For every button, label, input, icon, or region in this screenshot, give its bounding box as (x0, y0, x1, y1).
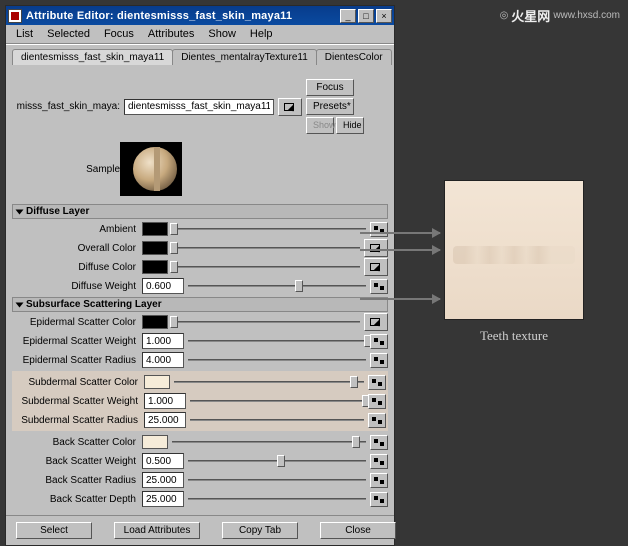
tab-shader[interactable]: dientesmisss_fast_skin_maya11 (12, 49, 173, 65)
window-title: Attribute Editor: dientesmisss_fast_skin… (26, 10, 338, 22)
tab-bar: dientesmisss_fast_skin_maya11 Dientes_me… (6, 45, 394, 65)
subdermal-color[interactable] (144, 375, 170, 389)
node-name-row: misss_fast_skin_maya: Focus Presets* Sho… (12, 79, 388, 134)
back-weight-map[interactable] (370, 454, 388, 469)
back-color[interactable] (142, 435, 168, 449)
diffuse-slider[interactable] (170, 260, 362, 274)
ambient-color[interactable] (142, 222, 168, 236)
teeth-texture-preview (444, 180, 584, 320)
app-icon (8, 9, 22, 23)
watermark: ◎火星网www.hxsd.com (500, 6, 620, 25)
menu-help[interactable]: Help (244, 27, 279, 41)
show-button[interactable]: Show (306, 117, 334, 134)
diffuse-map[interactable] (364, 258, 388, 276)
node-name-field[interactable] (124, 99, 274, 115)
ambient-slider[interactable] (170, 222, 368, 236)
load-attributes-button[interactable]: Load Attributes (114, 522, 200, 539)
attribute-editor-window: Attribute Editor: dientesmisss_fast_skin… (5, 5, 395, 546)
epidermal-color[interactable] (142, 315, 168, 329)
epidermal-radius[interactable] (142, 352, 184, 368)
overall-color[interactable] (142, 241, 168, 255)
presets-button[interactable]: Presets* (306, 98, 354, 115)
io-button[interactable] (278, 98, 302, 116)
tab-texture[interactable]: Dientes_mentalrayTexture11 (172, 49, 317, 65)
ambient-map[interactable] (370, 222, 388, 237)
hide-button[interactable]: Hide (336, 117, 364, 134)
subdermal-radius[interactable] (144, 412, 186, 428)
sss-header[interactable]: Subsurface Scattering Layer (12, 297, 388, 312)
diffuse-header[interactable]: Diffuse Layer (12, 204, 388, 219)
diffuse-weight[interactable] (142, 278, 184, 294)
menu-show[interactable]: Show (202, 27, 242, 41)
sub-color-map[interactable] (368, 375, 386, 390)
select-button[interactable]: Select (16, 522, 92, 539)
overall-map[interactable] (364, 239, 388, 257)
diffuse-color[interactable] (142, 260, 168, 274)
sample-label: Sample (12, 164, 120, 175)
close-window-button[interactable]: × (376, 9, 392, 23)
back-color-map[interactable] (370, 435, 388, 450)
footer-buttons: Select Load Attributes Copy Tab Close (6, 515, 394, 545)
node-type-label: misss_fast_skin_maya: (12, 101, 120, 112)
sub-weight-map[interactable] (368, 394, 386, 409)
epidermal-slider[interactable] (170, 315, 362, 329)
titlebar[interactable]: Attribute Editor: dientesmisss_fast_skin… (6, 6, 394, 25)
diffuse-weight-map[interactable] (370, 279, 388, 294)
copy-tab-button[interactable]: Copy Tab (222, 522, 298, 539)
sample-swatch[interactable] (132, 146, 178, 192)
annotation-arrow (360, 249, 440, 251)
epidermal-map[interactable] (364, 313, 388, 331)
close-button[interactable]: Close (320, 522, 396, 539)
menu-bar: List Selected Focus Attributes Show Help (6, 25, 394, 43)
sub-radius-map[interactable] (368, 413, 386, 428)
minimize-button[interactable]: _ (340, 9, 356, 23)
tab-color[interactable]: DientesColor (316, 49, 392, 65)
collapse-icon (16, 209, 24, 214)
epi-weight-map[interactable] (370, 334, 388, 349)
sample-row: Sample (12, 142, 388, 196)
menu-list[interactable]: List (10, 27, 39, 41)
annotation-arrow (360, 232, 440, 234)
maximize-button[interactable]: □ (358, 9, 374, 23)
menu-selected[interactable]: Selected (41, 27, 96, 41)
annotation-arrow (360, 298, 440, 300)
back-depth[interactable] (142, 491, 184, 507)
overall-slider[interactable] (170, 241, 362, 255)
back-depth-map[interactable] (370, 492, 388, 507)
teeth-texture-label: Teeth texture (444, 328, 584, 344)
focus-button[interactable]: Focus (306, 79, 354, 96)
back-radius-map[interactable] (370, 473, 388, 488)
diffuse-weight-slider[interactable] (186, 279, 368, 293)
menu-focus[interactable]: Focus (98, 27, 140, 41)
back-radius[interactable] (142, 472, 184, 488)
back-weight[interactable] (142, 453, 184, 469)
epi-radius-map[interactable] (370, 353, 388, 368)
epidermal-weight[interactable] (142, 333, 184, 349)
panel-body: misss_fast_skin_maya: Focus Presets* Sho… (6, 65, 394, 515)
collapse-icon (16, 302, 24, 307)
subdermal-weight[interactable] (144, 393, 186, 409)
menu-attributes[interactable]: Attributes (142, 27, 200, 41)
